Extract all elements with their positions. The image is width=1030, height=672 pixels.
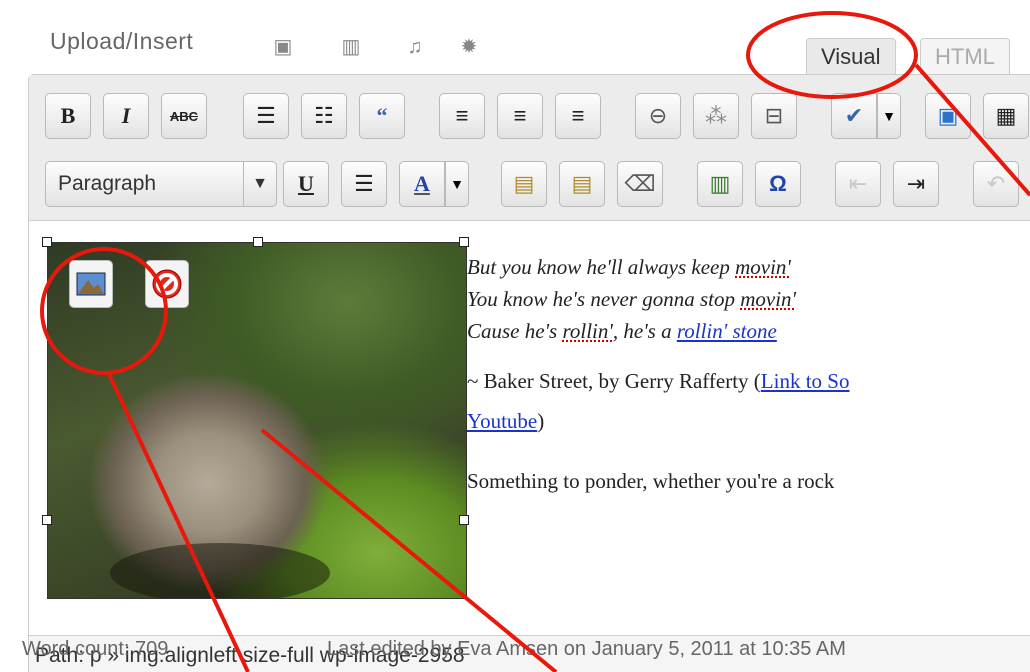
source-line: ~ Baker Street, by Gerry Rafferty (Link … (467, 365, 1030, 397)
video-icon[interactable]: ▥ (340, 36, 362, 58)
outdent-button[interactable]: ⇤ (835, 161, 881, 207)
align-left-button[interactable]: ≡ (439, 93, 485, 139)
outdent-icon: ⇤ (848, 171, 868, 196)
lyric-text: Cause he's (467, 319, 563, 343)
lyric-line-2: You know he's never gonna stop movin' (467, 283, 1030, 315)
source-text: ) (537, 409, 545, 433)
indent-button[interactable]: ⇥ (893, 161, 939, 207)
kitchen-sink-button[interactable]: ▦ (983, 93, 1029, 139)
bold-button[interactable]: B (45, 93, 91, 139)
rollin-stone-link[interactable]: rollin' stone (677, 319, 777, 343)
upload-insert-label: Upload/Insert (50, 28, 194, 54)
editor-box: B I ABC ☰ ☷ “ ≡ ≡ ≡ ⊖ ⁂ ⊟ ✔ ▼ ▣ ▦ Paragr… (28, 74, 1030, 672)
word-count: Word count: 709 (22, 638, 169, 660)
underline-button[interactable]: U (283, 161, 329, 207)
paste-word-button[interactable]: ▤ (559, 161, 605, 207)
blockquote-button[interactable]: “ (359, 93, 405, 139)
delete-image-button[interactable] (145, 260, 189, 308)
misspelled-word[interactable]: rollin' (562, 319, 612, 343)
misspelled-word[interactable]: movin' (740, 287, 796, 311)
tab-html[interactable]: HTML (920, 38, 1010, 75)
paste-word-icon: ▤ (571, 171, 593, 196)
source-line-2: Youtube) (467, 405, 1030, 437)
link-icon: ⊖ (648, 103, 668, 128)
indent-icon: ⇥ (906, 171, 926, 196)
chevron-down-icon: ▼ (243, 162, 276, 206)
remove-format-button[interactable]: ⌫ (617, 161, 663, 207)
lyric-text: But you know he'll always keep (467, 255, 736, 279)
align-center-button[interactable]: ≡ (497, 93, 543, 139)
lyric-line-3: Cause he's rollin', he's a rollin' stone (467, 315, 1030, 347)
tab-visual[interactable]: Visual (806, 38, 896, 75)
paste-text-icon: ▤ (513, 171, 535, 196)
chevron-down-icon: ▼ (882, 108, 896, 124)
align-left-icon: ≡ (455, 103, 469, 128)
more-tag-button[interactable]: ⊟ (751, 93, 797, 139)
special-char-button[interactable]: Ω (755, 161, 801, 207)
fullscreen-button[interactable]: ▣ (925, 93, 971, 139)
post-text: But you know he'll always keep movin' Yo… (467, 251, 1030, 497)
wordpress-editor-screenshot: Upload/Insert ▣ ▥ ♫ ✹ Visual HTML B I AB… (0, 0, 1030, 672)
resize-handle[interactable] (459, 515, 469, 525)
bullet-list-icon: ☰ (256, 103, 276, 128)
lyric-text: , he's a (612, 319, 677, 343)
spellcheck-dropdown[interactable]: ▼ (877, 93, 901, 139)
numbered-list-button[interactable]: ☷ (301, 93, 347, 139)
last-edited-status: Last edited by Eva Amsen on January 5, 2… (327, 638, 846, 660)
resize-handle[interactable] (459, 237, 469, 247)
text-color-dropdown[interactable]: ▼ (445, 161, 469, 207)
format-select-value: Paragraph (58, 172, 157, 195)
image-icon[interactable]: ▣ (272, 36, 294, 58)
paste-text-button[interactable]: ▤ (501, 161, 547, 207)
source-text: ~ Baker Street, by Gerry Rafferty ( (467, 369, 761, 393)
editor-toolbar: B I ABC ☰ ☷ “ ≡ ≡ ≡ ⊖ ⁂ ⊟ ✔ ▼ ▣ ▦ Paragr… (29, 75, 1030, 221)
resize-handle[interactable] (42, 515, 52, 525)
justify-icon: ☰ (354, 171, 374, 196)
align-right-button[interactable]: ≡ (555, 93, 601, 139)
delete-icon (152, 269, 182, 299)
text-color-button[interactable]: A (399, 161, 445, 207)
undo-button[interactable]: ↶ (973, 161, 1019, 207)
text-color-icon: A (414, 171, 430, 196)
audio-icon[interactable]: ♫ (404, 36, 426, 58)
spellcheck-button[interactable]: ✔ (831, 93, 877, 139)
align-center-icon: ≡ (513, 103, 527, 128)
blockquote-icon: “ (376, 103, 388, 128)
misspelled-word[interactable]: movin' (735, 255, 791, 279)
youtube-link[interactable]: Youtube (467, 409, 537, 433)
unlink-icon: ⁂ (705, 103, 727, 128)
lyric-line-1: But you know he'll always keep movin' (467, 251, 1030, 283)
numbered-list-icon: ☷ (314, 103, 334, 128)
film-icon: ▥ (709, 171, 731, 196)
lyric-text: You know he's never gonna stop (467, 287, 741, 311)
paragraph-text: Something to ponder, whether you're a ro… (467, 469, 835, 493)
undo-icon: ↶ (986, 171, 1006, 196)
stone-shadow (110, 543, 330, 598)
media-icon[interactable]: ✹ (458, 36, 480, 58)
bullet-list-button[interactable]: ☰ (243, 93, 289, 139)
italic-button[interactable]: I (103, 93, 149, 139)
more-tag-icon: ⊟ (764, 103, 784, 128)
edit-image-icon (76, 272, 106, 296)
chevron-down-icon: ▼ (450, 176, 464, 192)
fullscreen-icon: ▣ (937, 103, 959, 128)
format-select[interactable]: Paragraph ▼ (45, 161, 277, 207)
kitchen-sink-icon: ▦ (995, 103, 1017, 128)
justify-button[interactable]: ☰ (341, 161, 387, 207)
unlink-button[interactable]: ⁂ (693, 93, 739, 139)
media-upload-row: Upload/Insert ▣ ▥ ♫ ✹ Visual HTML (0, 0, 1030, 75)
insert-media-button[interactable]: ▥ (697, 161, 743, 207)
resize-handle[interactable] (42, 237, 52, 247)
resize-handle[interactable] (253, 237, 263, 247)
link-button[interactable]: ⊖ (635, 93, 681, 139)
align-right-icon: ≡ (571, 103, 585, 128)
editor-content[interactable]: But you know he'll always keep movin' Yo… (29, 221, 1030, 635)
edit-image-button[interactable] (69, 260, 113, 308)
spellcheck-icon: ✔ (844, 103, 864, 128)
eraser-icon: ⌫ (624, 171, 656, 196)
song-link[interactable]: Link to So (761, 369, 850, 393)
strikethrough-button[interactable]: ABC (161, 93, 207, 139)
